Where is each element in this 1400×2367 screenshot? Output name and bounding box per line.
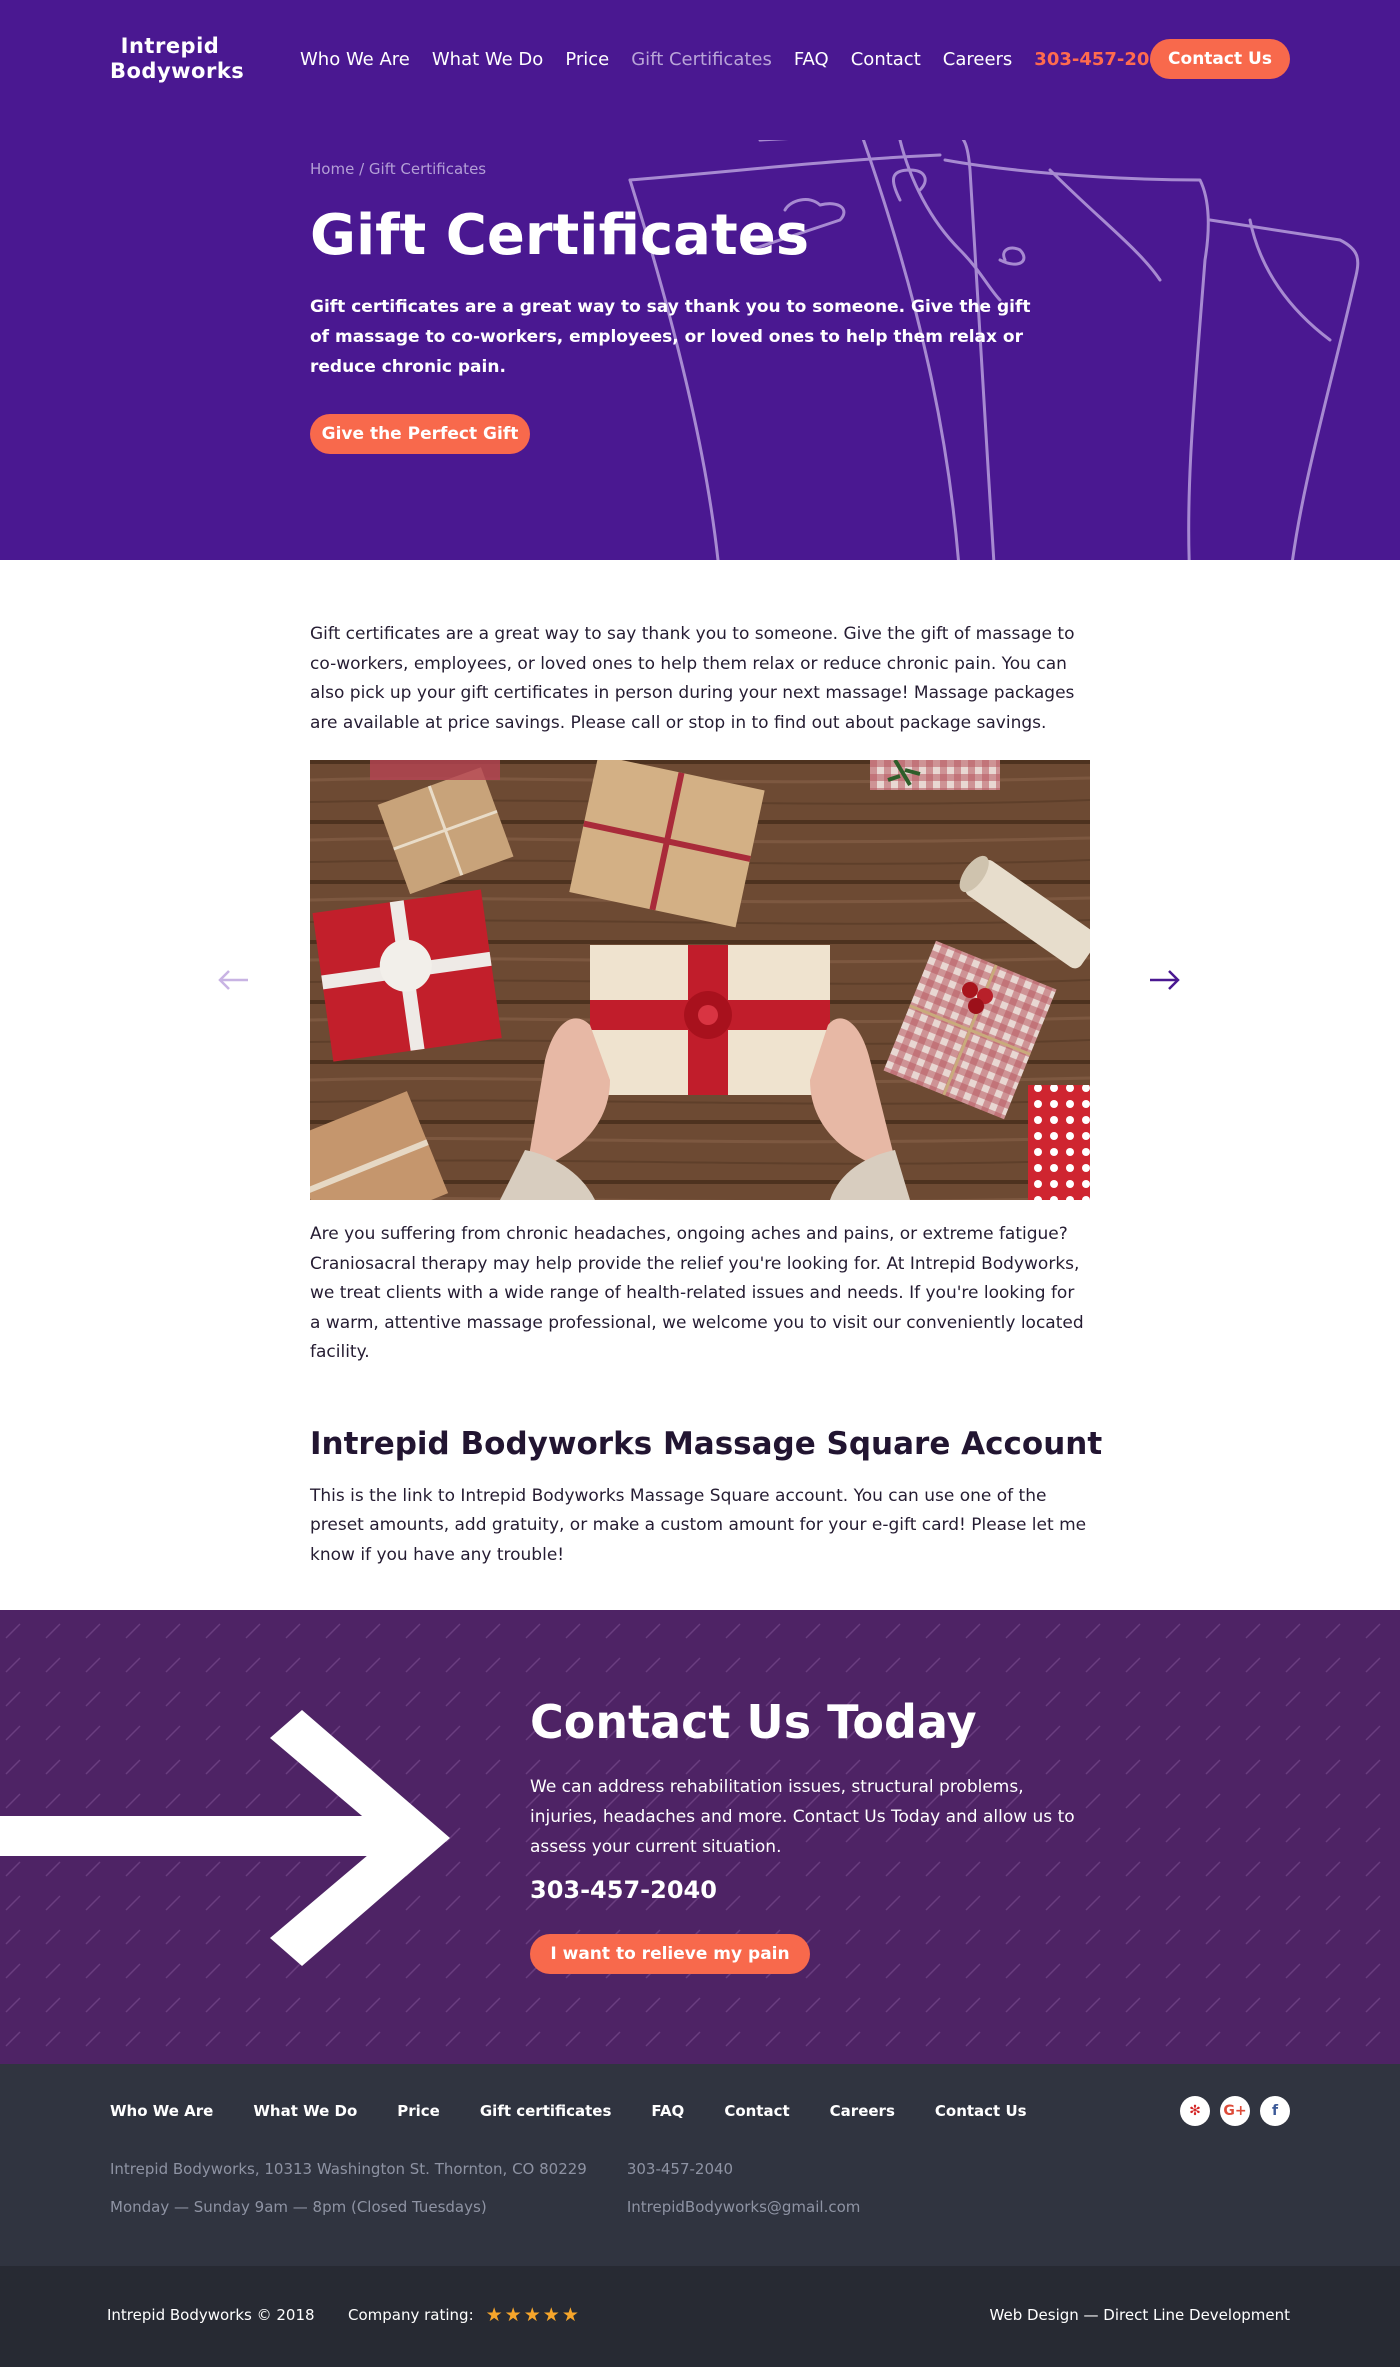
page-title: Gift Certificates [310,203,810,268]
hero-section: Intrepid Bodyworks Who We Are What We Do… [0,0,1400,560]
section-paragraph: This is the link to Intrepid Bodyworks M… [310,1485,1087,1565]
footer-link-faq[interactable]: FAQ [651,2102,684,2120]
site-logo[interactable]: Intrepid Bodyworks [110,34,245,84]
footer-link-gift-certificates[interactable]: Gift certificates [480,2102,612,2120]
breadcrumb: Home / Gift Certificates [310,160,1070,178]
nav-link-gift-certificates[interactable]: Gift Certificates [631,49,772,70]
footer-link-contact[interactable]: Contact [724,2102,789,2120]
nav-link-price[interactable]: Price [565,49,609,70]
nav-link-careers[interactable]: Careers [943,49,1013,70]
contact-section: Contact Us Today We can address rehabili… [0,1610,1400,2064]
give-gift-button[interactable]: Give the Perfect Gift [310,414,530,454]
bottom-bar: Intrepid Bodyworks © 2018 Company rating… [0,2266,1400,2367]
large-arrow-icon [0,1710,450,1966]
footer-link-contact-us[interactable]: Contact Us [935,2102,1027,2120]
logo-line-2: Bodyworks [110,59,245,83]
address-column: Intrepid Bodyworks, 10313 Washington St.… [110,2160,587,2236]
star-icon: ★ [561,2304,579,2326]
social-links: ✻ G+ f [1170,2096,1290,2126]
breadcrumb-current: Gift Certificates [368,160,487,178]
breadcrumb-separator: / [359,160,365,178]
nav-link-faq[interactable]: FAQ [794,49,829,70]
contact-title: Contact Us Today [530,1695,977,1749]
nav-link-who-we-are[interactable]: Who We Are [300,49,410,70]
star-icon: ★ [523,2304,541,2326]
footer-email[interactable]: IntrepidBodyworks@gmail.com [627,2198,861,2216]
rating-label: Company rating: [348,2306,474,2324]
body-paragraph: Are you suffering from chronic headaches… [310,1224,1084,1362]
logo-line-1: Intrepid [120,34,220,58]
facebook-icon[interactable]: f [1260,2096,1290,2126]
yelp-icon[interactable]: ✻ [1180,2096,1210,2126]
footer-link-price[interactable]: Price [397,2102,440,2120]
contact-description: We can address rehabilitation issues, st… [530,1777,1075,1857]
main-content: Gift certificates are a great way to say… [0,560,1400,1610]
copyright: Intrepid Bodyworks © 2018 [107,2306,315,2324]
google-plus-icon[interactable]: G+ [1220,2096,1250,2126]
section-heading: Intrepid Bodyworks Massage Square Accoun… [310,1425,1103,1462]
nav-links: Who We Are What We Do Price Gift Certifi… [300,49,1174,70]
contact-column: 303-457-2040 IntrepidBodyworks@gmail.com [627,2160,861,2236]
contact-us-button[interactable]: Contact Us [1150,39,1290,79]
footer: Who We Are What We Do Price Gift certifi… [0,2064,1400,2266]
footer-hours: Monday — Sunday 9am — 8pm (Closed Tuesda… [110,2198,487,2216]
carousel-prev-arrow-icon[interactable] [216,965,250,995]
web-design-credit[interactable]: Web Design — Direct Line Development [990,2306,1290,2324]
star-icon: ★ [485,2304,503,2326]
footer-link-who-we-are[interactable]: Who We Are [110,2102,213,2120]
footer-navigation: Who We Are What We Do Price Gift certifi… [110,2102,1067,2120]
footer-link-careers[interactable]: Careers [830,2102,895,2120]
company-rating: Company rating: ★ ★ ★ ★ ★ [348,2304,581,2326]
footer-phone[interactable]: 303-457-2040 [627,2160,861,2178]
footer-address: Intrepid Bodyworks, 10313 Washington St.… [110,2160,587,2178]
contact-content: Contact Us Today We can address rehabili… [530,1694,1090,1974]
footer-info: Intrepid Bodyworks, 10313 Washington St.… [110,2160,900,2236]
star-icon: ★ [504,2304,522,2326]
relieve-pain-button[interactable]: I want to relieve my pain [530,1934,810,1974]
footer-link-what-we-do[interactable]: What We Do [253,2102,357,2120]
intro-paragraph: Gift certificates are a great way to say… [310,624,1075,733]
contact-phone[interactable]: 303-457-2040 [530,1876,1090,1904]
gift-boxes-photo [310,760,1090,1200]
hero-description: Gift certificates are a great way to say… [310,297,1031,377]
nav-link-what-we-do[interactable]: What We Do [432,49,543,70]
star-icon: ★ [542,2304,560,2326]
top-navigation: Intrepid Bodyworks Who We Are What We Do… [0,0,1400,118]
hero-content: Home / Gift Certificates Gift Certificat… [310,160,1070,454]
nav-link-contact[interactable]: Contact [851,49,921,70]
carousel-next-arrow-icon[interactable] [1148,965,1182,995]
image-carousel [218,760,1180,1200]
breadcrumb-home-link[interactable]: Home [310,160,354,178]
